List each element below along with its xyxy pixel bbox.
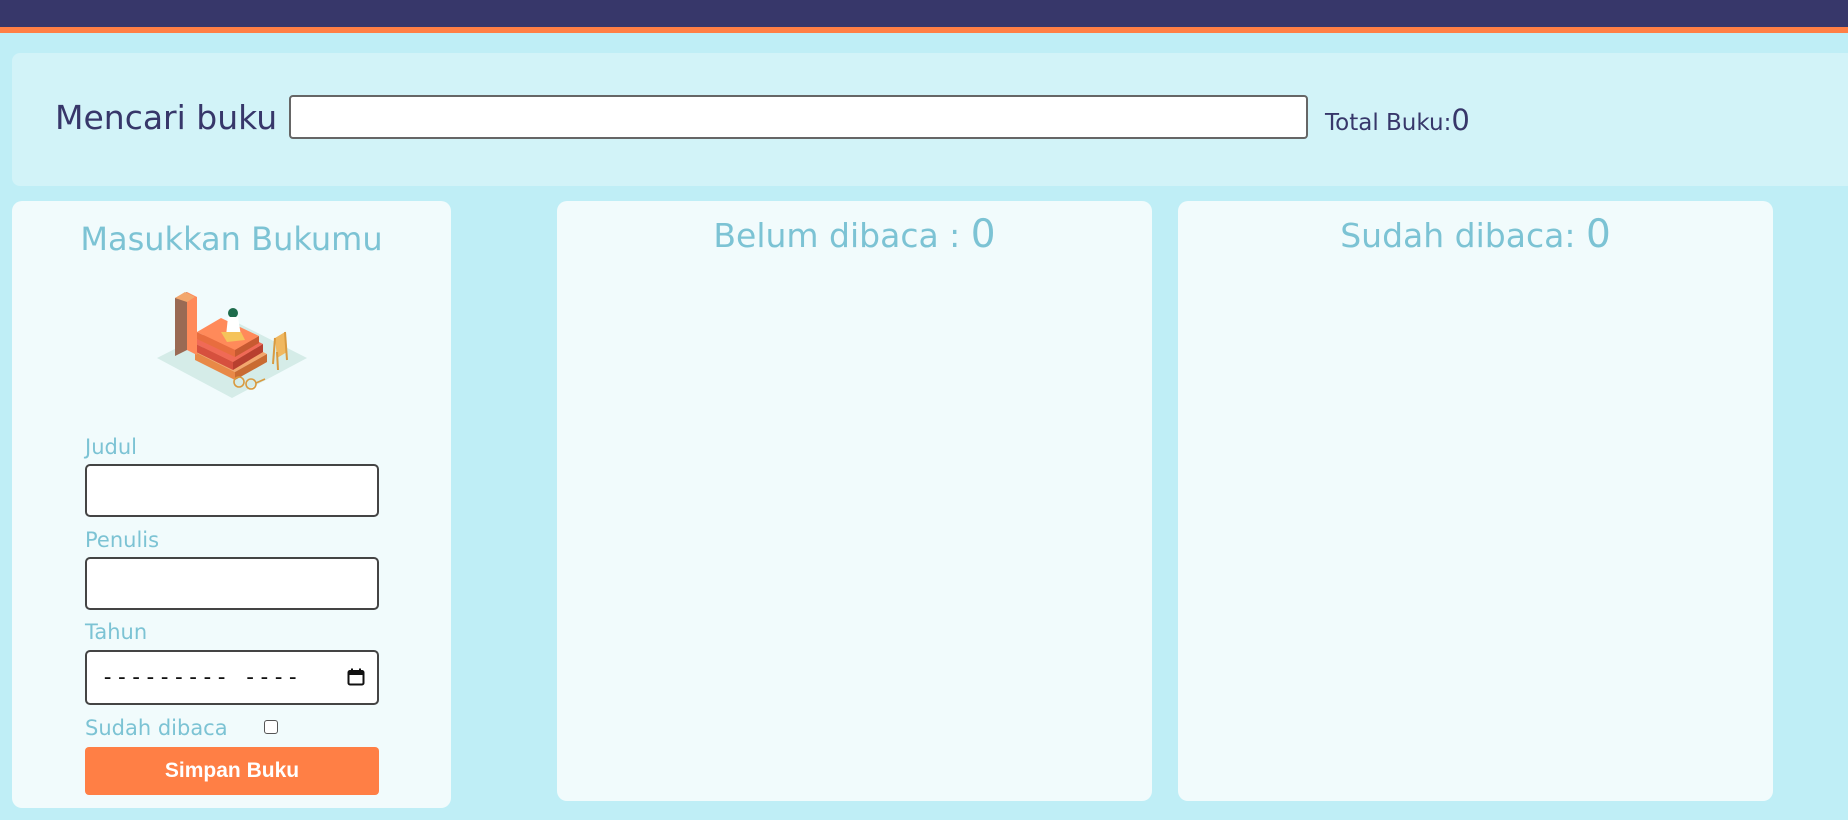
- total-books-count: 0: [1451, 103, 1470, 137]
- read-shelf-label: Sudah dibaca:: [1340, 216, 1586, 255]
- search-panel: Mencari buku Total Buku:0: [12, 53, 1848, 186]
- unread-count: 0: [970, 212, 996, 257]
- read-shelf-title: Sudah dibaca: 0: [1178, 213, 1773, 258]
- year-field-label: Tahun: [85, 620, 148, 644]
- year-date-field[interactable]: --------- ----: [85, 650, 379, 705]
- save-book-button[interactable]: Simpan Buku: [85, 747, 379, 795]
- total-books: Total Buku:0: [1325, 103, 1470, 142]
- search-label: Mencari buku: [55, 98, 278, 137]
- read-shelf: Sudah dibaca: 0: [1178, 201, 1773, 801]
- total-books-label: Total Buku:: [1325, 110, 1452, 136]
- search-input[interactable]: [289, 95, 1308, 139]
- read-checkbox[interactable]: [264, 720, 278, 734]
- unread-shelf-title: Belum dibaca : 0: [557, 213, 1152, 258]
- title-field[interactable]: [85, 464, 379, 517]
- calendar-icon[interactable]: [347, 668, 365, 686]
- unread-shelf-label: Belum dibaca :: [713, 216, 971, 255]
- year-date-placeholder: --------- ----: [101, 665, 301, 690]
- top-navbar: [0, 0, 1848, 27]
- add-book-form: Masukkan Bukumu Judul Penulis Tahun ----…: [12, 201, 451, 808]
- form-title: Masukkan Bukumu: [80, 220, 383, 258]
- title-field-label: Judul: [85, 435, 137, 459]
- author-field[interactable]: [85, 557, 379, 610]
- read-count: 0: [1585, 212, 1611, 257]
- author-field-label: Penulis: [85, 528, 160, 552]
- unread-shelf: Belum dibaca : 0: [557, 201, 1152, 801]
- top-navbar-accent-stripe: [0, 27, 1848, 33]
- read-checkbox-label: Sudah dibaca: [85, 716, 228, 740]
- reading-books-illustration: [157, 292, 307, 398]
